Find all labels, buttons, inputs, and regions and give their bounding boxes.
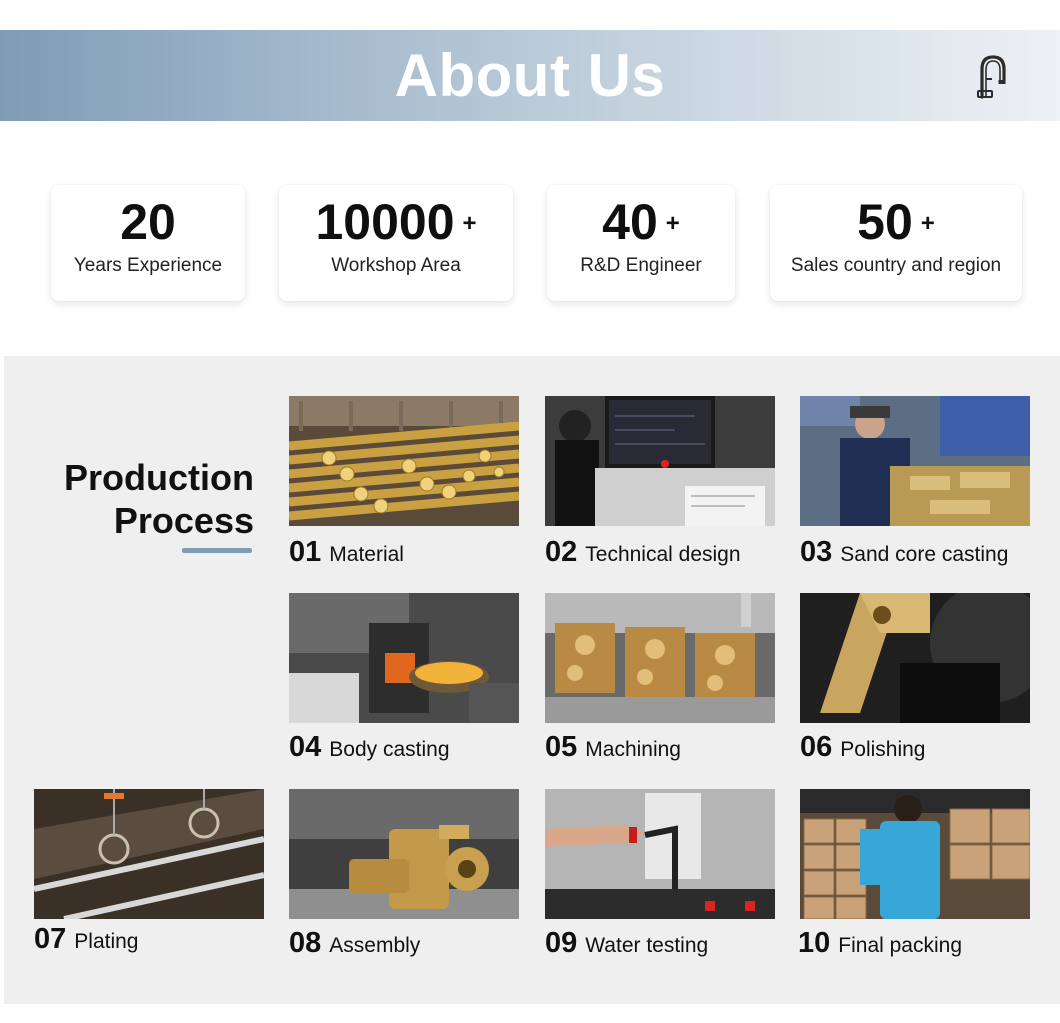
stat-label: Sales country and region — [790, 255, 1002, 276]
stat-value: 10000 + — [315, 194, 477, 250]
section-underline — [182, 548, 252, 553]
faucet-icon — [972, 51, 1012, 101]
step-image-final-packing — [800, 789, 1030, 919]
step-image-technical-design — [545, 396, 775, 526]
step-caption-sand-core-casting: 03 Sand core casting — [800, 536, 1008, 569]
step-number: 07 — [34, 923, 67, 955]
step-number: 05 — [545, 731, 578, 763]
stat-card-engineers: 40 + R&D Engineer — [547, 185, 735, 301]
step-number: 01 — [289, 536, 322, 568]
plus-sign: + — [920, 210, 935, 237]
section-title: Production Process — [44, 456, 254, 542]
step-caption-polishing: 06 Polishing — [800, 731, 926, 764]
page-title: About Us — [394, 42, 666, 109]
step-image-water-testing — [545, 789, 775, 919]
stat-label: Years Experience — [73, 255, 223, 276]
step-image-plating — [34, 789, 264, 919]
step-image-material — [289, 396, 519, 526]
step-label: Water testing — [585, 934, 709, 957]
step-image-assembly — [289, 789, 519, 919]
step-caption-technical-design: 02 Technical design — [545, 536, 741, 569]
stat-label: R&D Engineer — [580, 255, 702, 276]
step-caption-plating: 07 Plating — [34, 923, 138, 956]
step-label: Machining — [585, 738, 681, 761]
step-label: Plating — [74, 930, 139, 953]
step-label: Polishing — [840, 738, 926, 761]
step-image-sand-core-casting — [800, 396, 1030, 526]
step-number: 08 — [289, 927, 322, 959]
step-number: 09 — [545, 927, 578, 959]
step-caption-machining: 05 Machining — [545, 731, 681, 764]
step-number: 02 — [545, 536, 578, 568]
step-image-machining — [545, 593, 775, 723]
step-number: 10 — [798, 927, 831, 959]
plus-sign: + — [462, 210, 477, 237]
stat-card-sales: 50 + Sales country and region — [770, 185, 1022, 301]
stat-label: Workshop Area — [331, 255, 461, 276]
stat-card-workshop: 10000 + Workshop Area — [279, 185, 513, 301]
stat-value: 40 + — [602, 194, 680, 250]
step-label: Body casting — [329, 738, 450, 761]
stat-card-years: 20 Years Experience — [51, 185, 245, 301]
step-number: 03 — [800, 536, 833, 568]
about-us-banner: About Us — [0, 30, 1060, 121]
step-number: 04 — [289, 731, 322, 763]
step-label: Technical design — [585, 543, 741, 566]
step-image-body-casting — [289, 593, 519, 723]
step-label: Material — [329, 543, 404, 566]
stat-value: 50 + — [857, 194, 935, 250]
step-caption-water-testing: 09 Water testing — [545, 927, 708, 960]
step-label: Assembly — [329, 934, 421, 957]
step-number: 06 — [800, 731, 833, 763]
section-title-line2: Process — [113, 500, 254, 541]
step-label: Final packing — [838, 934, 962, 957]
stat-value: 20 — [120, 194, 176, 250]
plus-sign: + — [665, 210, 680, 237]
step-caption-body-casting: 04 Body casting — [289, 731, 450, 764]
step-label: Sand core casting — [840, 543, 1009, 566]
section-title-line1: Production — [64, 457, 254, 498]
step-caption-material: 01 Material — [289, 536, 404, 569]
step-image-polishing — [800, 593, 1030, 723]
step-caption-final-packing: 10 Final packing — [798, 927, 962, 960]
step-caption-assembly: 08 Assembly — [289, 927, 420, 960]
